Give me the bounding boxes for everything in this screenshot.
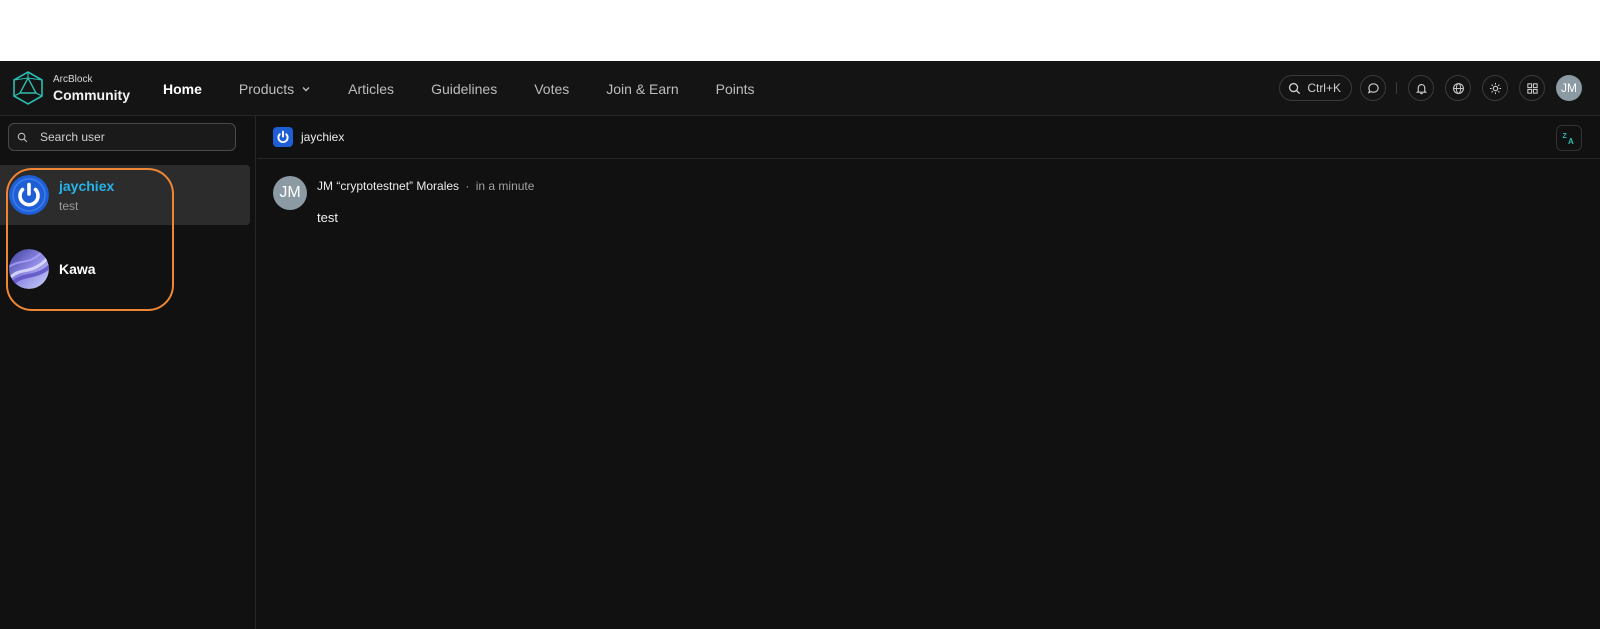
conversation-name: jaychiex [59, 177, 115, 194]
theme-toggle-button[interactable] [1482, 75, 1508, 101]
brand-small-text: ArcBlock [53, 73, 93, 85]
blank-top-margin [0, 0, 1600, 61]
chat-title: jaychiex [301, 130, 345, 144]
brand-big-text: Community [53, 86, 130, 103]
conversation-name: Kawa [59, 261, 96, 277]
search-icon [17, 132, 28, 142]
global-search-button[interactable]: Ctrl+K [1279, 75, 1352, 101]
avatar[interactable]: JM [273, 176, 307, 210]
conversation-preview: test [59, 198, 79, 213]
bell-icon [1415, 83, 1427, 94]
notifications-button[interactable] [1408, 75, 1434, 101]
conversation-item-kawa[interactable]: Kawa [0, 239, 250, 299]
search-icon [1289, 82, 1301, 94]
avatar [9, 175, 49, 215]
app-window: ArcBlock Community Home Products Article… [0, 61, 1600, 629]
conversation-item-jaychiex[interactable]: jaychiex test [0, 165, 250, 225]
toolbar-divider [1396, 82, 1397, 94]
user-avatar[interactable]: JM [1556, 75, 1582, 101]
nav-home[interactable]: Home [163, 81, 202, 97]
power-icon [273, 127, 293, 147]
message-author[interactable]: JM “cryptotestnet” Morales [317, 179, 459, 193]
top-header: ArcBlock Community Home Products Article… [0, 61, 1600, 116]
sun-icon [1489, 82, 1501, 94]
nav-products-label: Products [238, 80, 295, 97]
avatar [273, 127, 293, 147]
language-button[interactable] [1445, 75, 1471, 101]
brand-logo[interactable]: ArcBlock Community [10, 70, 130, 106]
arcblock-logo-icon [13, 71, 43, 105]
power-icon [9, 175, 49, 215]
main-nav: Home Products Articles Guidelines Votes … [163, 61, 792, 116]
avatar [9, 249, 49, 289]
meta-separator: · [465, 179, 470, 193]
header-toolbar: Ctrl+K JM [1279, 74, 1582, 102]
message-meta: JM “cryptotestnet” Morales · in a minute [317, 179, 534, 193]
svg-text:Z: Z [1563, 133, 1568, 140]
nav-guidelines[interactable]: Guidelines [431, 81, 497, 97]
nav-articles[interactable]: Articles [348, 81, 394, 97]
translate-button[interactable]: Z A [1556, 125, 1582, 151]
svg-text:A: A [1568, 137, 1574, 146]
nav-join-earn[interactable]: Join & Earn [606, 81, 678, 97]
user-search-box [8, 123, 236, 151]
translate-icon: Z A [1563, 133, 1575, 146]
abstract-avatar-image [9, 249, 49, 289]
conversation-sidebar: jaychiex test [0, 116, 256, 629]
chat-header: jaychiex Z A [257, 116, 1600, 159]
user-search-input[interactable] [40, 130, 220, 144]
message-text: test [317, 210, 338, 225]
chat-icon [1367, 82, 1379, 94]
apps-button[interactable] [1519, 75, 1545, 101]
nav-products[interactable]: Products [239, 81, 311, 97]
chat-panel: jaychiex Z A JM JM “cryptotestnet” Moral… [257, 116, 1600, 629]
message-item: JM JM “cryptotestnet” Morales · in a min… [273, 176, 534, 225]
search-shortcut-label: Ctrl+K [1307, 81, 1341, 95]
nav-points[interactable]: Points [716, 81, 755, 97]
globe-icon [1452, 82, 1464, 94]
grid-icon [1526, 82, 1538, 94]
message-time: in a minute [475, 179, 535, 193]
chat-button[interactable] [1360, 75, 1386, 101]
chevron-down-icon [302, 86, 310, 91]
nav-votes[interactable]: Votes [534, 81, 569, 97]
